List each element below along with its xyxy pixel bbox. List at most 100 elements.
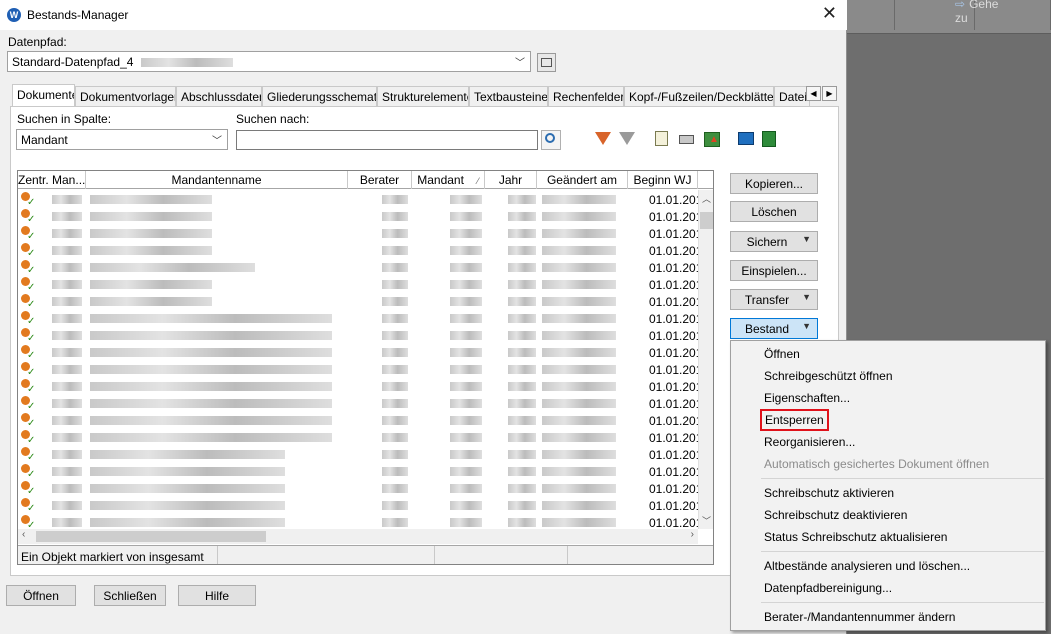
col-header-mandant[interactable]: Mandant ⁄ [412,171,485,189]
table-row[interactable]: ✓ 01.01.201 [18,191,702,208]
search-column-combobox[interactable]: Mandant ﹀ [16,129,228,150]
table-row[interactable]: ✓ 01.01.201 [18,446,702,463]
menu-item-berater-mandantennummer[interactable]: Berater-/Mandantennummer ändern [731,607,1045,627]
table-row[interactable]: ✓ 01.01.201 [18,293,702,310]
col-header-beginn-wj[interactable]: Beginn WJ [628,171,698,189]
search-input[interactable] [236,130,538,150]
table-row[interactable]: ✓ 01.01.201 [18,395,702,412]
menu-item-reorganisieren[interactable]: Reorganisieren... [731,432,1045,452]
redacted-text [508,348,536,357]
bestand-button[interactable]: Bestand ▼ [730,318,818,339]
tab-gliederungsschemata[interactable]: Gliederungsschemata [262,86,377,106]
kopieren-button[interactable]: Kopieren... [730,173,818,194]
close-icon[interactable]: ✕ [822,3,837,24]
dropdown-arrow-icon: ▼ [802,292,811,302]
tab-dokumentvorlagen[interactable]: Dokumentvorlagen [75,86,176,106]
col-header-zentr-man[interactable]: Zentr. Man... [18,171,86,189]
tab-datei[interactable]: Datei [774,86,810,106]
menu-item-schreibschutz-aktivieren[interactable]: Schreibschutz aktivieren [731,483,1045,503]
table-row[interactable]: ✓ 01.01.201 [18,361,702,378]
horizontal-scroll-thumb[interactable] [36,531,266,542]
menu-item-entsperren[interactable]: Entsperren [731,409,1045,431]
monitor-icon[interactable] [736,130,756,150]
table-row[interactable]: ✓ 01.01.201 [18,480,702,497]
mandant-status-icon: ✓ [20,226,35,242]
redacted-text [140,58,233,68]
redacted-text [508,382,536,391]
sichern-button[interactable]: Sichern ▼ [730,231,818,252]
menu-item-oeffnen[interactable]: Öffnen [731,344,1045,364]
mandant-status-icon: ✓ [20,328,35,344]
table-row[interactable]: ✓ 01.01.201 [18,310,702,327]
background-goto-cell[interactable]: ⇨ Gehe zu [895,0,998,30]
loeschen-button[interactable]: Löschen [730,201,818,222]
menu-item-schreibgeschuetzt-oeffnen[interactable]: Schreibgeschützt öffnen [731,366,1045,386]
arrow-right-icon: ⇨ [955,0,966,11]
table-row[interactable]: ✓ 01.01.201 [18,225,702,242]
filter-color-icon[interactable] [593,129,613,149]
search-button[interactable] [541,130,561,150]
menu-item-altbestaende[interactable]: Altbestände analysieren und löschen... [731,556,1045,576]
col-header-geaendert-am[interactable]: Geändert am [537,171,628,189]
menu-item-status-schreibschutz[interactable]: Status Schreibschutz aktualisieren [731,527,1045,547]
table-row[interactable]: ✓ 01.01.201 [18,378,702,395]
chevron-down-icon[interactable]: ﹀ [702,514,711,527]
tab-scroll-right-button[interactable]: ▶ [822,86,837,101]
chevron-right-icon[interactable]: › [691,529,694,540]
redacted-text [90,399,332,408]
schliessen-button[interactable]: Schließen [94,585,166,606]
hilfe-button[interactable]: Hilfe [178,585,256,606]
spreadsheet-icon[interactable] [760,130,780,150]
dropdown-arrow-icon: ▼ [802,234,811,244]
app-logo-icon: W [7,8,21,22]
beginn-wj-cell: 01.01.201 [649,363,703,377]
mandant-status-icon: ✓ [20,498,35,514]
redacted-text [508,365,536,374]
tab-rechenfelder[interactable]: Rechenfelder [548,86,624,106]
menu-item-eigenschaften[interactable]: Eigenschaften... [731,388,1045,408]
vertical-scroll-thumb[interactable] [700,212,713,229]
menu-item-label: Automatisch gesichertes Dokument öffnen [764,457,990,471]
oeffnen-button[interactable]: Öffnen [6,585,76,606]
datenpfad-combobox[interactable]: Standard-Datenpfad_4 ﹀ [7,51,531,72]
export-icon[interactable]: ▲ [702,130,722,150]
menu-item-schreibschutz-deaktivieren[interactable]: Schreibschutz deaktivieren [731,505,1045,525]
edit-document-icon[interactable] [652,130,672,150]
redacted-text [542,416,616,425]
tab-textbausteine[interactable]: Textbausteine [469,86,548,106]
redacted-text [542,331,616,340]
table-row[interactable]: ✓ 01.01.201 [18,429,702,446]
transfer-button[interactable]: Transfer ▼ [730,289,818,310]
table-row[interactable]: ✓ 01.01.201 [18,344,702,361]
chevron-left-icon[interactable]: ‹ [22,529,25,540]
table-row[interactable]: ✓ 01.01.201 [18,276,702,293]
tab-kopf-fusszeilen[interactable]: Kopf-/Fußzeilen/Deckblätter [624,86,774,106]
print-icon[interactable] [677,130,697,150]
filter-gray-icon[interactable] [617,129,637,149]
redacted-text [52,518,82,527]
grid-horizontal-scrollbar[interactable]: ‹ › [18,529,698,544]
beginn-wj-cell: 01.01.201 [649,380,703,394]
redacted-text [508,416,536,425]
table-row[interactable]: ✓ 01.01.201 [18,242,702,259]
menu-item-datenpfadbereinigung[interactable]: Datenpfadbereinigung... [731,578,1045,598]
col-header-jahr[interactable]: Jahr [485,171,537,189]
table-row[interactable]: ✓ 01.01.201 [18,259,702,276]
tab-strukturelemente[interactable]: Strukturelemente [377,86,469,106]
einspielen-button[interactable]: Einspielen... [730,260,818,281]
table-row[interactable]: ✓ 01.01.201 [18,497,702,514]
datenpfad-browse-button[interactable] [537,53,556,72]
beginn-wj-cell: 01.01.201 [649,193,703,207]
table-row[interactable]: ✓ 01.01.201 [18,463,702,480]
grid-vertical-scrollbar[interactable]: ︿ ﹀ [698,190,713,529]
chevron-up-icon[interactable]: ︿ [702,192,711,205]
table-row[interactable]: ✓ 01.01.201 [18,327,702,344]
tab-abschlussdaten[interactable]: Abschlussdaten [176,86,262,106]
table-row[interactable]: ✓ 01.01.201 [18,208,702,225]
tab-scroll-left-button[interactable]: ◀ [806,86,821,101]
table-row[interactable]: ✓ 01.01.201 [18,412,702,429]
col-header-berater[interactable]: Berater [348,171,412,189]
col-header-mandantenname[interactable]: Mandantenname [86,171,348,189]
tab-dokumente[interactable]: Dokumente [12,84,75,107]
menu-item-label: Reorganisieren... [764,435,856,449]
